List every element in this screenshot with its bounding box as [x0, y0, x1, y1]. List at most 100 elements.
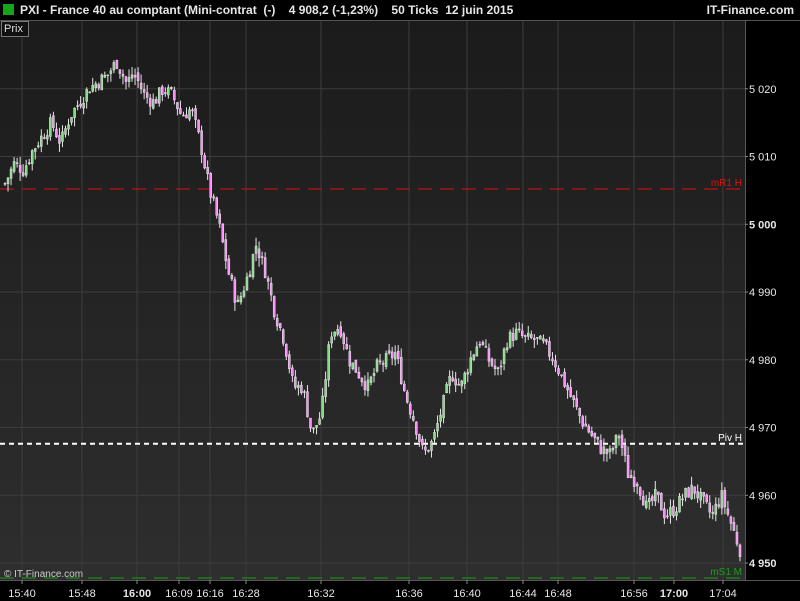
candle-body	[218, 213, 222, 224]
brand-label: IT-Finance.com	[706, 3, 794, 17]
candle-body	[148, 97, 152, 107]
candle-body	[469, 357, 473, 373]
candle-body	[55, 128, 58, 138]
candle-body	[124, 76, 128, 82]
candle-body	[502, 348, 506, 364]
candle-body	[233, 279, 237, 303]
candle-body	[173, 89, 176, 101]
candle-body	[657, 491, 660, 495]
candle-body	[227, 258, 231, 275]
candle-body	[121, 73, 125, 77]
candle-body	[381, 362, 385, 365]
candle-body	[151, 99, 155, 109]
candle-body	[723, 490, 727, 508]
candle-body	[49, 117, 52, 137]
candle-body	[451, 377, 454, 382]
time-axis[interactable]	[0, 580, 800, 601]
candle-body	[490, 358, 494, 366]
candle-body	[548, 341, 551, 357]
candle-body	[632, 476, 636, 487]
candle-body	[43, 137, 46, 139]
candle-body	[375, 359, 379, 372]
candle-body	[399, 356, 403, 384]
candle-body	[306, 391, 309, 418]
candle-body	[442, 395, 445, 418]
candle-body	[717, 504, 721, 507]
candle-body	[620, 434, 624, 448]
candle-body	[369, 376, 373, 383]
candle-body	[324, 379, 327, 397]
candle-body	[478, 344, 482, 346]
candle-body	[396, 350, 400, 359]
level-label: mR1 H	[711, 178, 742, 189]
candle-body	[312, 427, 315, 430]
candle-body	[638, 487, 642, 496]
candle-body	[584, 423, 587, 427]
candle-body	[112, 62, 116, 71]
candle-body	[327, 344, 330, 381]
candle-body	[711, 511, 715, 514]
candle-body	[339, 326, 342, 337]
candle-body	[76, 105, 79, 107]
chart-plot-area[interactable]: mR1 H Piv H mS1 M	[0, 21, 745, 580]
candle-body	[663, 508, 666, 519]
candle-body	[403, 383, 406, 391]
candle-body	[651, 496, 654, 501]
candle-body	[390, 351, 394, 359]
candle-body	[309, 417, 312, 429]
candle-body	[203, 155, 206, 169]
candle-body	[363, 381, 367, 390]
candle-body	[182, 114, 185, 117]
candle-body	[602, 446, 606, 454]
candle-body	[85, 89, 88, 102]
candle-body	[629, 475, 633, 478]
candle-body	[257, 248, 261, 259]
candle-body	[496, 367, 500, 370]
candle-body	[245, 276, 249, 291]
candle-body	[303, 391, 306, 393]
candle-body	[581, 416, 584, 427]
candle-body	[161, 86, 164, 96]
candle-body	[94, 83, 97, 88]
candle-body	[142, 89, 146, 93]
candle-body	[97, 84, 101, 89]
candle-body	[648, 498, 651, 502]
candle-body	[170, 86, 173, 90]
candle-body	[46, 135, 49, 140]
candle-body	[115, 60, 119, 69]
candle-body	[463, 372, 467, 384]
candle-body	[596, 436, 600, 440]
candle-body	[130, 74, 134, 79]
prix-tab[interactable]: Prix	[1, 21, 29, 37]
candle-body	[545, 339, 548, 343]
candle-body	[254, 245, 258, 254]
candle-body	[3, 183, 7, 185]
candle-body	[669, 507, 672, 516]
candle-body	[508, 331, 512, 348]
candle-body	[693, 486, 696, 494]
candle-body	[30, 150, 34, 164]
candle-body	[372, 373, 376, 376]
candle-body	[690, 484, 693, 499]
candle-body	[675, 511, 678, 516]
candle-body	[272, 296, 276, 318]
candle-body	[457, 383, 460, 386]
candle-body	[702, 492, 705, 497]
candle-body	[336, 329, 339, 335]
candle-body	[251, 254, 255, 278]
chart-header: PXI - France 40 au comptant (Mini-contra…	[0, 0, 800, 21]
candle-body	[409, 403, 412, 415]
candle-body	[433, 432, 436, 440]
price-axis[interactable]	[745, 21, 800, 580]
candle-body	[206, 167, 209, 175]
candle-body	[635, 483, 639, 487]
candle-body	[269, 282, 273, 296]
candle-body	[215, 197, 218, 216]
candle-body	[448, 375, 451, 386]
price-chart[interactable]: mR1 H Piv H mS1 M	[0, 21, 800, 601]
candle-body	[197, 119, 200, 133]
candle-body	[239, 296, 243, 303]
candle-body	[720, 490, 724, 509]
candle-body	[418, 434, 421, 442]
candle-body	[154, 99, 158, 104]
